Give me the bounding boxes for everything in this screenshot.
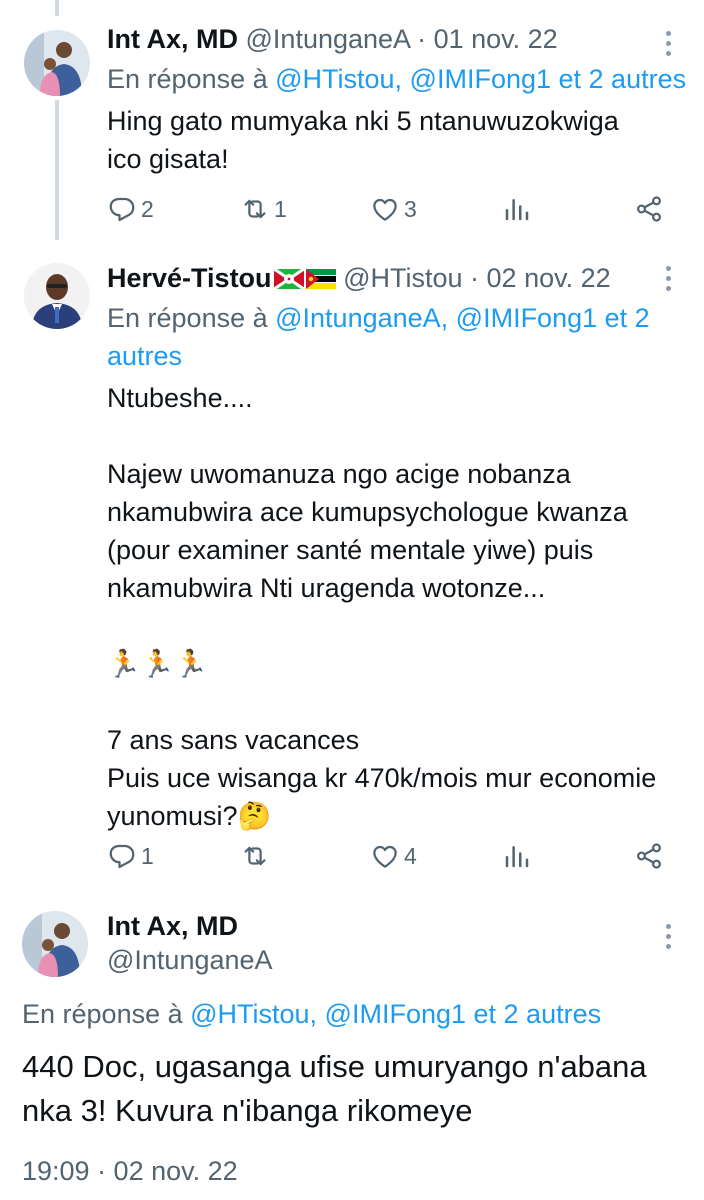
tweet-text: Hing gato mumyaka nki 5 ntanuwuzokwiga i… bbox=[107, 106, 619, 174]
like-icon bbox=[370, 194, 400, 224]
reply-mentions-more[interactable]: autres bbox=[107, 341, 182, 371]
like-count: 4 bbox=[404, 842, 417, 869]
user-handle[interactable]: @IntunganeA bbox=[246, 24, 410, 54]
display-name[interactable]: Int Ax, MD bbox=[107, 24, 238, 54]
reply-icon bbox=[107, 194, 137, 224]
views-icon bbox=[502, 194, 532, 224]
more-icon[interactable] bbox=[656, 263, 680, 293]
tweet-text: Ntubeshe.... Najew uwomanuza ngo acige n… bbox=[107, 383, 657, 831]
more-icon[interactable] bbox=[656, 921, 680, 951]
author-block: Int Ax, MD @IntunganeA bbox=[107, 909, 273, 977]
tweet-date[interactable]: 02 nov. 22 bbox=[487, 263, 611, 293]
retweet-button[interactable] bbox=[240, 839, 274, 873]
tweet-header: Int Ax, MD @IntunganeA · 01 nov. 22 bbox=[107, 24, 558, 55]
views-icon bbox=[502, 841, 532, 871]
display-name[interactable]: Int Ax, MD bbox=[107, 909, 273, 943]
reply-context: En réponse à @HTistou, @IMIFong1 et 2 au… bbox=[107, 60, 686, 98]
tweet-date[interactable]: 01 nov. 22 bbox=[434, 24, 558, 54]
reply-mentions[interactable]: @IntunganeA, @IMIFong1 et 2 bbox=[275, 303, 650, 333]
tweet-2[interactable]: Hervé-Tistou @HTistou · 02 nov. 22 En ré… bbox=[0, 245, 704, 885]
reply-button[interactable]: 2 bbox=[107, 192, 154, 226]
user-handle[interactable]: @IntunganeA bbox=[107, 943, 273, 977]
avatar[interactable] bbox=[24, 30, 90, 96]
reply-icon bbox=[107, 841, 137, 871]
retweet-count: 1 bbox=[274, 195, 287, 222]
views-button[interactable] bbox=[502, 192, 532, 226]
tweet-actions: 1 4 bbox=[107, 839, 667, 873]
like-button[interactable]: 4 bbox=[370, 839, 417, 873]
tweet-actions: 2 1 3 bbox=[107, 192, 667, 226]
tweet-header: Hervé-Tistou @HTistou · 02 nov. 22 bbox=[107, 263, 611, 294]
share-button[interactable] bbox=[634, 192, 664, 226]
retweet-icon bbox=[240, 194, 270, 224]
share-icon bbox=[634, 841, 664, 871]
separator-dot: · bbox=[417, 24, 427, 54]
avatar[interactable] bbox=[22, 911, 88, 977]
reply-count: 1 bbox=[141, 842, 154, 869]
reply-prefix: En réponse à bbox=[107, 303, 276, 333]
tweet-timestamp[interactable]: 19:09 · 02 nov. 22 bbox=[22, 1156, 238, 1187]
reply-context: En réponse à @HTistou, @IMIFong1 et 2 au… bbox=[22, 995, 601, 1033]
avatar[interactable] bbox=[24, 263, 90, 329]
reply-button[interactable]: 1 bbox=[107, 839, 154, 873]
burundi-flag-icon bbox=[273, 268, 304, 290]
display-name[interactable]: Hervé-Tistou bbox=[107, 263, 272, 293]
retweet-icon bbox=[240, 841, 270, 871]
tweet-1[interactable]: Int Ax, MD @IntunganeA · 01 nov. 22 En r… bbox=[0, 0, 704, 245]
like-count: 3 bbox=[404, 195, 417, 222]
retweet-button[interactable]: 1 bbox=[240, 192, 287, 226]
share-icon bbox=[634, 194, 664, 224]
tweet-text: 440 Doc, ugasanga ufise umuryango n'aban… bbox=[22, 1049, 647, 1128]
mozambique-flag-icon bbox=[305, 269, 336, 289]
tweet-3-focused[interactable]: Int Ax, MD @IntunganeA En réponse à @HTi… bbox=[0, 885, 704, 1200]
user-handle[interactable]: @HTistou bbox=[343, 263, 462, 293]
reply-count: 2 bbox=[141, 195, 154, 222]
share-button[interactable] bbox=[634, 839, 664, 873]
like-button[interactable]: 3 bbox=[370, 192, 417, 226]
reply-context: En réponse à @IntunganeA, @IMIFong1 et 2… bbox=[107, 299, 687, 375]
views-button[interactable] bbox=[502, 839, 532, 873]
more-icon[interactable] bbox=[656, 28, 680, 58]
like-icon bbox=[370, 841, 400, 871]
separator-dot: · bbox=[470, 263, 480, 293]
reply-mentions[interactable]: @HTistou, @IMIFong1 et 2 autres bbox=[190, 999, 601, 1029]
reply-mentions[interactable]: @HTistou, @IMIFong1 et 2 autres bbox=[275, 64, 686, 94]
reply-prefix: En réponse à bbox=[107, 64, 276, 94]
reply-prefix: En réponse à bbox=[22, 999, 191, 1029]
